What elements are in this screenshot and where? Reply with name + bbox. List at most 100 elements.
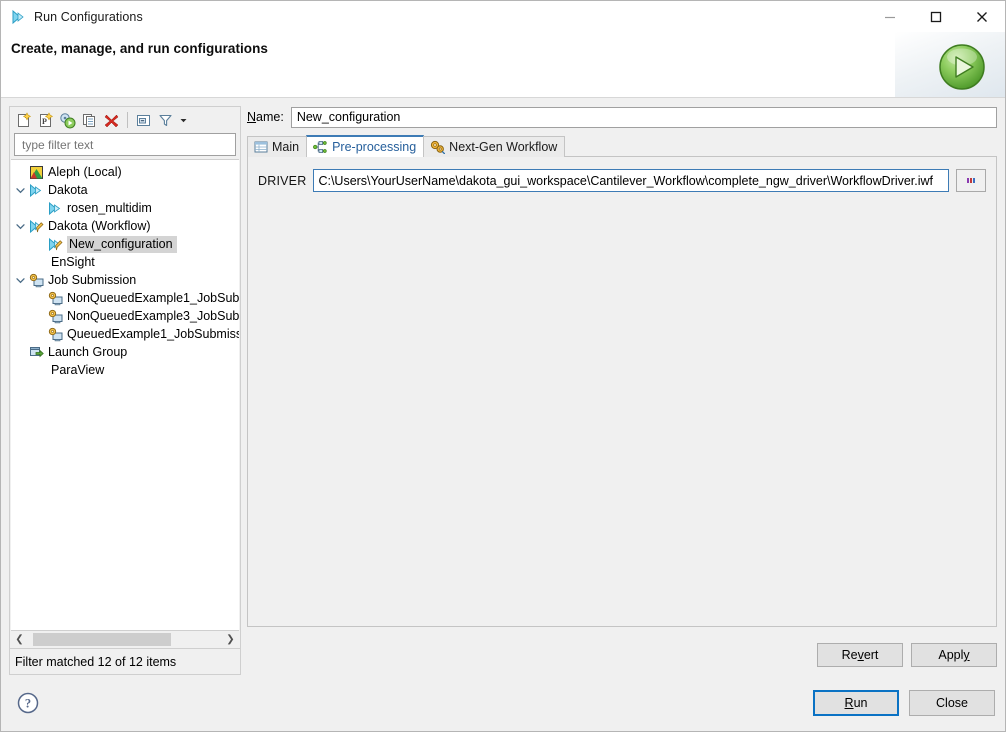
minimize-icon[interactable]: [867, 1, 913, 32]
dakota-workflow-icon: [28, 218, 44, 234]
tree-item-ensight[interactable]: EnSight: [11, 253, 239, 271]
twisty-expanded-icon[interactable]: [13, 218, 28, 234]
window-controls: [867, 1, 1005, 32]
dakota-icon: [47, 200, 63, 216]
editor-tabs: Main Pre-processing: [247, 135, 997, 157]
job-submission-icon: [47, 326, 63, 342]
dakota-icon: [28, 182, 44, 198]
editor-action-row: Revert Apply: [247, 627, 997, 675]
twisty-expanded-icon[interactable]: [13, 182, 28, 198]
name-label: Name:: [247, 110, 284, 124]
apply-button[interactable]: Apply: [911, 643, 997, 667]
filter-input[interactable]: [20, 137, 230, 153]
twisty-expanded-icon[interactable]: [13, 272, 28, 288]
browse-dot: [970, 178, 972, 183]
tree-item-nonqueuedexample3[interactable]: NonQueuedExample3_JobSubmission: [11, 307, 239, 325]
revert-button-label: Revert: [842, 648, 879, 662]
delete-red-x-icon[interactable]: [101, 110, 122, 131]
scrollbar-track[interactable]: [28, 632, 222, 647]
twisty-none: [32, 236, 47, 252]
tree-item-label: EnSight: [51, 255, 95, 270]
svg-text:?: ?: [25, 697, 31, 711]
collapse-all-icon[interactable]: [133, 110, 154, 131]
run-configurations-dialog: Run Configurations Create, manage, and r…: [0, 0, 1006, 732]
job-submission-icon: [47, 290, 63, 306]
dakota-workflow-icon: [47, 236, 63, 252]
driver-path-input[interactable]: [313, 169, 949, 192]
dialog-body: P: [1, 98, 1005, 675]
twisty-none: [32, 308, 47, 324]
twisty-none: [32, 326, 47, 342]
green-play-button-icon: [937, 42, 987, 92]
twisty-none: [32, 290, 47, 306]
tree-item-label: NonQueuedExample1_JobSubmission: [67, 291, 239, 306]
job-submission-icon: [28, 272, 44, 288]
toolbar-separator: [127, 112, 128, 128]
tree-horizontal-scrollbar[interactable]: ❮ ❯: [11, 630, 239, 648]
preprocessing-nodes-icon: [313, 140, 328, 154]
revert-button[interactable]: Revert: [817, 643, 903, 667]
new-prototype-icon[interactable]: P: [35, 110, 56, 131]
tree-item-dakota-workflow[interactable]: Dakota (Workflow): [11, 217, 239, 235]
tab-main[interactable]: Main: [247, 136, 307, 157]
configurations-tree[interactable]: Aleph (Local) Dakota: [11, 159, 239, 630]
tree-item-paraview[interactable]: ParaView: [11, 361, 239, 379]
tree-item-label: Dakota (Workflow): [48, 219, 151, 234]
new-document-icon[interactable]: [13, 110, 34, 131]
page-title: Create, manage, and run configurations: [11, 41, 268, 56]
tree-item-nonqueuedexample1[interactable]: NonQueuedExample1_JobSubmission: [11, 289, 239, 307]
filter-text-container[interactable]: [14, 133, 236, 156]
configurations-toolbar: P: [10, 107, 240, 133]
title-bar: Run Configurations: [1, 1, 1005, 32]
tree-item-new-configuration[interactable]: New_configuration: [11, 235, 239, 253]
filter-funnel-icon[interactable]: [155, 110, 176, 131]
tab-label: Main: [272, 140, 299, 154]
twisty-none: [13, 344, 28, 360]
run-button[interactable]: Run: [813, 690, 899, 716]
close-button[interactable]: Close: [909, 690, 995, 716]
twisty-none: [13, 164, 28, 180]
export-run-icon[interactable]: [57, 110, 78, 131]
footer-buttons: Run Close: [813, 690, 995, 716]
name-row: Name:: [247, 106, 997, 128]
tab-pre-processing[interactable]: Pre-processing: [306, 135, 424, 157]
chevron-down-icon[interactable]: [177, 110, 190, 130]
help-question-icon[interactable]: ?: [16, 691, 40, 715]
aleph-icon: [28, 164, 44, 180]
dakota-run-icon: [11, 9, 27, 25]
tree-item-label: Job Submission: [48, 273, 136, 288]
tree-item-label: New_configuration: [67, 236, 177, 253]
close-icon[interactable]: [959, 1, 1005, 32]
maximize-icon[interactable]: [913, 1, 959, 32]
dialog-footer: ? Run Close: [1, 675, 1005, 731]
run-button-label: Run: [845, 696, 868, 710]
tree-item-dakota[interactable]: Dakota: [11, 181, 239, 199]
tree-item-queuedexample1[interactable]: QueuedExample1_JobSubmission: [11, 325, 239, 343]
tree-items: Aleph (Local) Dakota: [11, 160, 239, 379]
tree-item-launch-group[interactable]: Launch Group: [11, 343, 239, 361]
scroll-right-icon[interactable]: ❯: [222, 632, 239, 647]
browse-dot: [973, 178, 975, 183]
name-input[interactable]: [291, 107, 997, 128]
duplicate-icon[interactable]: [79, 110, 100, 131]
scroll-left-icon[interactable]: ❮: [11, 632, 28, 647]
driver-browse-button[interactable]: [956, 169, 986, 192]
job-submission-icon: [47, 308, 63, 324]
scrollbar-thumb[interactable]: [33, 633, 171, 646]
tree-item-aleph-local[interactable]: Aleph (Local): [11, 163, 239, 181]
tree-item-label: NonQueuedExample3_JobSubmission: [67, 309, 239, 324]
window-title: Run Configurations: [34, 10, 143, 24]
tree-item-label: Launch Group: [48, 345, 127, 360]
browse-dot: [967, 178, 969, 183]
launch-group-icon: [28, 344, 44, 360]
gears-icon: [430, 140, 445, 154]
tree-item-label: ParaView: [51, 363, 104, 378]
tree-item-label: QueuedExample1_JobSubmission: [67, 327, 239, 342]
pre-processing-panel: DRIVER: [247, 156, 997, 627]
tree-item-label: Dakota: [48, 183, 88, 198]
driver-label: DRIVER: [258, 174, 306, 188]
tab-next-gen-workflow[interactable]: Next-Gen Workflow: [423, 136, 565, 157]
tree-item-job-submission[interactable]: Job Submission: [11, 271, 239, 289]
tree-item-rosen-multidim[interactable]: rosen_multidim: [11, 199, 239, 217]
twisty-none: [32, 200, 47, 216]
